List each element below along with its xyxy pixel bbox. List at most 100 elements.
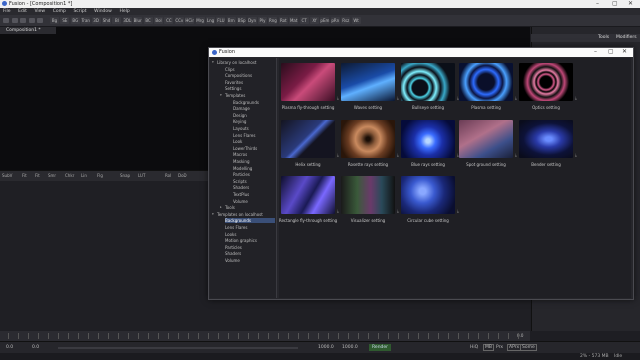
toolbar-icon[interactable] bbox=[11, 18, 18, 23]
download-icon[interactable]: ⤓ bbox=[397, 152, 399, 157]
tool-button[interactable]: Ply bbox=[258, 17, 267, 24]
tree-item[interactable]: Library on localhost bbox=[217, 60, 256, 65]
tool-button[interactable]: Bl bbox=[112, 17, 122, 24]
expand-arrow-icon[interactable]: ▾ bbox=[220, 93, 222, 97]
viewer-tool-button[interactable]: Chkr bbox=[65, 173, 74, 178]
tool-button[interactable]: Tran bbox=[81, 17, 91, 24]
download-icon[interactable]: ⤓ bbox=[337, 152, 339, 157]
tree-item[interactable]: Modelling bbox=[233, 166, 252, 171]
current-time-field[interactable]: 0.0 bbox=[32, 345, 39, 350]
viewer-tool-button[interactable]: DoD bbox=[178, 173, 187, 178]
tree-item[interactable]: Volume bbox=[233, 199, 248, 204]
tool-button[interactable]: Rot bbox=[278, 17, 288, 24]
tree-item[interactable]: Particles bbox=[233, 172, 250, 177]
tool-button[interactable]: CC bbox=[164, 17, 174, 24]
tree-item[interactable]: TextPlus bbox=[233, 192, 249, 197]
aprx-toggle[interactable]: APrx bbox=[507, 344, 522, 351]
template-thumbnail[interactable] bbox=[281, 63, 335, 101]
tool-button[interactable]: Rsz bbox=[341, 17, 351, 24]
tree-item[interactable]: Favorites bbox=[225, 80, 243, 85]
start-time-field[interactable]: 0.0 bbox=[6, 345, 13, 350]
some-toggle[interactable]: Some bbox=[520, 344, 537, 351]
tree-item[interactable]: Settings bbox=[225, 86, 241, 91]
tree-item[interactable]: Design bbox=[233, 113, 247, 118]
download-icon[interactable]: ⤓ bbox=[575, 95, 577, 100]
tool-button[interactable]: Shd bbox=[102, 17, 111, 24]
tab-composition[interactable]: Composition1 * bbox=[0, 27, 56, 34]
template-thumbnail[interactable] bbox=[341, 176, 395, 214]
download-icon[interactable]: ⤓ bbox=[397, 95, 399, 100]
tool-button[interactable]: Dyn bbox=[247, 17, 257, 24]
tree-item[interactable]: Layouts bbox=[233, 126, 249, 131]
viewer-tool-button[interactable]: Lin bbox=[81, 173, 87, 178]
menu-window[interactable]: Window bbox=[94, 8, 112, 15]
toolbar-icon[interactable] bbox=[28, 18, 35, 23]
tree-item[interactable]: Shaders bbox=[225, 251, 241, 256]
tree-item[interactable]: Lens Flares bbox=[225, 225, 247, 230]
tree-item[interactable]: Shaders bbox=[233, 185, 249, 190]
template-thumbnail[interactable] bbox=[401, 120, 455, 158]
tree-item[interactable]: Motion graphics bbox=[225, 238, 257, 243]
template-thumbnail[interactable] bbox=[341, 120, 395, 158]
maximize-button[interactable]: ▢ bbox=[612, 0, 618, 7]
tree-item[interactable]: Volume bbox=[225, 258, 240, 263]
template-thumbnail[interactable] bbox=[519, 63, 573, 101]
toolbar-icon[interactable] bbox=[3, 18, 9, 23]
tool-button[interactable]: 3DL bbox=[122, 17, 132, 24]
viewer-tool-button[interactable]: LUT bbox=[138, 173, 145, 178]
tree-item[interactable]: Looks bbox=[225, 232, 236, 237]
viewer-tool-button[interactable]: Fit bbox=[22, 173, 27, 178]
menu-script[interactable]: Script bbox=[73, 8, 86, 15]
tree-item[interactable]: Particles bbox=[225, 245, 242, 250]
tool-button[interactable]: Wt bbox=[351, 17, 361, 24]
tree-item[interactable]: Compositions bbox=[225, 73, 252, 78]
menu-view[interactable]: View bbox=[34, 8, 45, 15]
download-icon[interactable]: ⤓ bbox=[457, 208, 459, 213]
tool-button[interactable]: pEm bbox=[320, 17, 330, 24]
download-icon[interactable]: ⤓ bbox=[575, 152, 577, 157]
template-thumbnail[interactable] bbox=[459, 120, 513, 158]
download-icon[interactable]: ⤓ bbox=[515, 152, 517, 157]
tool-button[interactable]: Mat bbox=[289, 17, 299, 24]
viewer-tool-button[interactable]: SubV bbox=[2, 173, 12, 178]
play-controls[interactable] bbox=[395, 345, 457, 351]
tool-button[interactable]: Xf bbox=[310, 17, 319, 24]
hiq-toggle[interactable]: HiQ bbox=[470, 345, 478, 350]
tree-item[interactable]: Damage bbox=[233, 106, 250, 111]
tree-item[interactable]: Clips bbox=[225, 67, 235, 72]
tree-item[interactable]: Backgrounds bbox=[233, 100, 259, 105]
viewer-tool-button[interactable]: Fit bbox=[35, 173, 40, 178]
tree-item[interactable]: Macros bbox=[233, 152, 247, 157]
download-icon[interactable]: ⤓ bbox=[397, 208, 399, 213]
tool-button[interactable]: pRn bbox=[330, 17, 340, 24]
tree-item[interactable]: Backgrounds bbox=[225, 218, 275, 224]
tree-item[interactable]: Look bbox=[233, 139, 242, 144]
dialog-maximize-button[interactable]: ▢ bbox=[608, 48, 614, 55]
tree-item[interactable]: Keying bbox=[233, 119, 246, 124]
tool-button[interactable]: Lng bbox=[206, 17, 215, 24]
tool-button[interactable]: Mrg bbox=[195, 17, 205, 24]
download-icon[interactable]: ⤓ bbox=[515, 95, 517, 100]
collapse-arrow-icon[interactable]: ▸ bbox=[220, 205, 222, 209]
prx-toggle[interactable]: Prx bbox=[496, 345, 503, 350]
toolbar-icon[interactable] bbox=[20, 18, 26, 23]
viewer-tool-button[interactable]: Smr bbox=[48, 173, 56, 178]
tool-button[interactable]: HCir bbox=[185, 17, 195, 24]
menu-help[interactable]: Help bbox=[119, 8, 129, 15]
tool-button[interactable]: BSp bbox=[237, 17, 247, 24]
tree-item[interactable]: LowerThirds bbox=[233, 146, 257, 151]
mb-toggle[interactable]: MB bbox=[483, 344, 494, 351]
expand-arrow-icon[interactable]: ▾ bbox=[212, 212, 214, 216]
template-thumbnail[interactable] bbox=[341, 63, 395, 101]
template-thumbnail[interactable] bbox=[401, 176, 455, 214]
render-button[interactable]: Render bbox=[369, 344, 392, 351]
render-end-time-field[interactable]: 1000.0 bbox=[342, 345, 358, 350]
menu-file[interactable]: File bbox=[3, 8, 11, 15]
expand-arrow-icon[interactable]: ▾ bbox=[212, 60, 214, 64]
tool-button[interactable]: Rng bbox=[268, 17, 278, 24]
tree-item[interactable]: Scripts bbox=[233, 179, 247, 184]
tool-button[interactable]: Bol bbox=[154, 17, 163, 24]
tool-button[interactable]: BC bbox=[143, 17, 153, 24]
tool-button[interactable]: SE bbox=[60, 17, 70, 24]
template-thumbnail[interactable] bbox=[401, 63, 455, 101]
